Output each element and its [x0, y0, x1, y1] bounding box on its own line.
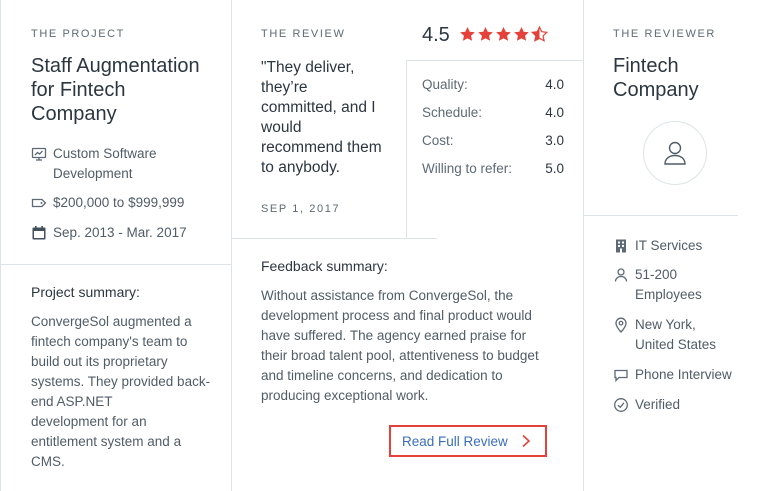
project-eyebrow: THE PROJECT	[31, 28, 125, 40]
reviewer-location-text: New York, United States	[635, 315, 716, 355]
project-title-line: Staff Augmentation	[31, 55, 200, 77]
reviewer-size: 51-200 Employees	[613, 265, 763, 305]
score-quality: Quality: 4.0	[422, 77, 564, 92]
summary-line: CMS.	[31, 454, 65, 469]
quote-line: to anybody.	[261, 159, 340, 176]
divider	[584, 215, 738, 216]
summary-line: fintech company's team to	[31, 334, 188, 349]
project-budget: $200,000 to $999,999	[31, 193, 184, 213]
score-label: Quality:	[422, 77, 468, 92]
feedback-line: producing exceptional work.	[261, 388, 429, 403]
divider	[406, 60, 584, 61]
star-half-icon	[531, 26, 548, 42]
project-dates: Sep. 2013 - Mar. 2017	[31, 223, 187, 243]
monitor-chart-icon	[31, 146, 47, 162]
reviewer-eyebrow: THE REVIEWER	[613, 28, 716, 40]
read-full-review-button[interactable]: Read Full Review	[389, 425, 547, 457]
summary-line: development for an	[31, 414, 147, 429]
reviewer-name: Fintech Company	[613, 54, 699, 102]
calendar-icon	[31, 225, 47, 241]
project-column: THE PROJECT Staff Augmentation for Finte…	[0, 0, 232, 491]
service-line: Development	[53, 166, 133, 181]
score-value: 4.0	[545, 105, 564, 120]
star-rating	[459, 26, 548, 43]
score-label: Cost:	[422, 133, 454, 148]
read-full-review-label: Read Full Review	[402, 433, 508, 449]
quote-line: would	[261, 119, 302, 136]
score-value: 4.0	[545, 77, 564, 92]
reviewer-name-line: Company	[613, 79, 699, 101]
project-title-line: Company	[31, 103, 117, 125]
star-full-icon	[496, 27, 511, 41]
summary-line: build out its proprietary	[31, 354, 168, 369]
reviewer-location: New York, United States	[613, 315, 763, 355]
feedback-line: and timeline concerns, and dedication to	[261, 368, 503, 383]
project-title-line: for Fintech	[31, 79, 126, 101]
speech-bubble-icon	[613, 367, 629, 383]
reviewer-status: Verified	[613, 395, 763, 415]
service-line: Custom Software	[53, 146, 157, 161]
project-dates-text: Sep. 2013 - Mar. 2017	[53, 225, 187, 240]
reviewer-column: THE REVIEWER Fintech Company IT Services	[583, 0, 765, 491]
person-icon	[613, 267, 629, 283]
feedback-line: Without assistance from ConvergeSol, the	[261, 288, 514, 303]
location-line: United States	[635, 337, 717, 352]
overall-rating: 4.5	[422, 24, 450, 46]
summary-line: entitlement system and a	[31, 434, 182, 449]
summary-line: end ASP.NET	[31, 394, 113, 409]
divider	[232, 238, 437, 239]
reviewer-industry-text: IT Services	[635, 238, 703, 253]
project-title: Staff Augmentation for Fintech Company	[31, 54, 200, 126]
score-cost: Cost: 3.0	[422, 133, 564, 148]
score-label: Willing to refer:	[422, 161, 513, 176]
reviewer-name-line: Fintech	[613, 55, 679, 77]
summary-line: ConvergeSol augmented a	[31, 314, 192, 329]
score-label: Schedule:	[422, 105, 483, 120]
map-pin-icon	[613, 317, 629, 333]
summary-line: systems. They provided back-	[31, 374, 211, 389]
quote-line: "They deliver,	[261, 59, 355, 76]
project-budget-text: $200,000 to $999,999	[53, 195, 185, 210]
star-full-icon	[478, 27, 493, 41]
reviewer-method-text: Phone Interview	[635, 367, 732, 382]
quote-line: committed, and I	[261, 99, 376, 116]
project-service: Custom Software Development	[31, 144, 157, 184]
reviewer-size-text: 51-200 Employees	[635, 265, 702, 305]
user-icon	[664, 141, 686, 165]
quote-line: recommend them	[261, 139, 382, 156]
feedback-summary-label: Feedback summary:	[261, 258, 388, 274]
check-circle-icon	[613, 397, 629, 413]
reviewer-status-text: Verified	[635, 397, 681, 412]
feedback-line: their broad talent pool, attentiveness t…	[261, 348, 539, 363]
review-column: THE REVIEW "They deliver, they’re commit…	[231, 0, 584, 491]
divider	[406, 60, 407, 238]
score-value: 5.0	[545, 161, 564, 176]
price-tag-icon	[31, 195, 47, 211]
reviewer-industry: IT Services	[613, 236, 763, 256]
avatar	[643, 121, 707, 185]
size-line: 51-200	[635, 267, 678, 282]
feedback-line: have suffered. The agency earned praise …	[261, 328, 527, 343]
star-full-icon	[514, 27, 529, 41]
quote-line: they’re	[261, 79, 308, 96]
star-full-icon	[460, 27, 475, 41]
feedback-summary-text: Without assistance from ConvergeSol, the…	[261, 286, 571, 406]
divider	[1, 264, 231, 265]
project-summary-text: ConvergeSol augmented a fintech company'…	[31, 312, 226, 472]
score-schedule: Schedule: 4.0	[422, 105, 564, 120]
score-willing-to-refer: Willing to refer: 5.0	[422, 161, 564, 176]
review-eyebrow: THE REVIEW	[261, 28, 346, 40]
review-date: SEP 1, 2017	[261, 203, 341, 215]
project-summary-label: Project summary:	[31, 284, 140, 300]
building-icon	[613, 238, 629, 254]
project-service-text: Custom Software Development	[53, 144, 157, 184]
review-quote: "They deliver, they’re committed, and I …	[261, 58, 401, 178]
reviewer-method: Phone Interview	[613, 365, 763, 385]
score-value: 3.0	[545, 133, 564, 148]
feedback-line: development process and final product wo…	[261, 308, 532, 323]
chevron-right-icon	[522, 434, 531, 448]
size-line: Employees	[635, 287, 702, 302]
location-line: New York,	[635, 317, 696, 332]
